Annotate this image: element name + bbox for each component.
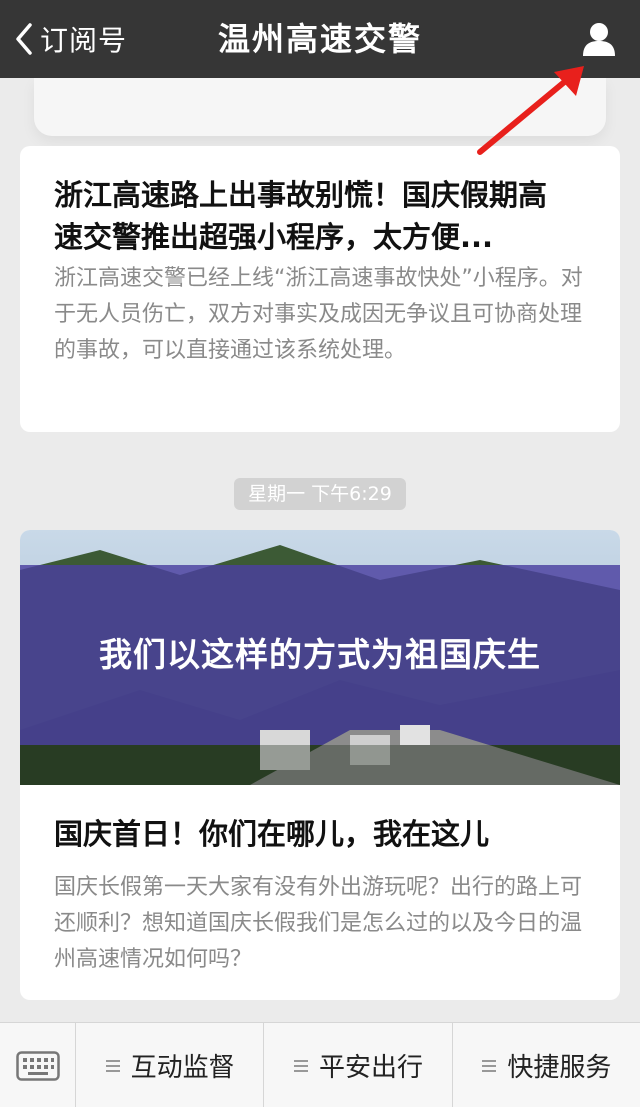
menu-item-label: 互动监督 — [130, 1053, 235, 1083]
menu-item-quick-service[interactable]: 快捷服务 — [453, 1023, 640, 1107]
article-1-title: 浙江高速路上出事故别慌！国庆假期高速交警推出超强小程序，太方便... — [54, 178, 548, 254]
menu-item-safe-travel[interactable]: 平安出行 — [264, 1023, 453, 1107]
navbar: 订阅号 温州高速交警 — [0, 0, 640, 78]
article-card-2[interactable]: 我们以这样的方式为祖国庆生 国庆首日！你们在哪儿，我在这儿 国庆长假第一天大家有… — [20, 530, 620, 1000]
page-title: 温州高速交警 — [217, 20, 422, 58]
bottom-menu: 互动监督 平安出行 快捷服务 — [0, 1022, 640, 1107]
menu-item-label: 平安出行 — [318, 1053, 423, 1083]
keyboard-icon — [15, 1050, 60, 1081]
cover-caption: 我们以这样的方式为祖国庆生 — [99, 635, 541, 674]
timestamp-badge: 星期一 下午6:29 — [234, 478, 406, 510]
article-2-description: 国庆长假第一天大家有没有外出游玩呢？出行的路上可还顺利？想知道国庆长假我们是怎么… — [54, 875, 583, 972]
menu-lines-icon — [293, 1058, 309, 1074]
person-icon — [583, 23, 615, 56]
menu-item-interactive-supervision[interactable]: 互动监督 — [76, 1023, 265, 1107]
article-1-description: 浙江高速交警已经上线“浙江高速事故快处”小程序。对于无人员伤亡，双方对事实及成因… — [54, 266, 583, 363]
menu-lines-icon — [481, 1058, 497, 1074]
menu-lines-icon — [105, 1058, 121, 1074]
message-list[interactable]: 浙江高速路上出事故别慌！国庆假期高速交警推出超强小程序，太方便... 浙江高速交… — [0, 78, 640, 1022]
profile-button[interactable] — [580, 20, 618, 58]
previous-card-edge — [34, 78, 606, 136]
article-2-title: 国庆首日！你们在哪儿，我在这儿 — [54, 817, 490, 851]
keyboard-toggle-button[interactable] — [0, 1023, 76, 1107]
menu-item-label: 快捷服务 — [507, 1053, 612, 1083]
article-2-cover-image: 我们以这样的方式为祖国庆生 — [20, 530, 620, 785]
article-card-1[interactable]: 浙江高速路上出事故别慌！国庆假期高速交警推出超强小程序，太方便... 浙江高速交… — [20, 146, 620, 432]
